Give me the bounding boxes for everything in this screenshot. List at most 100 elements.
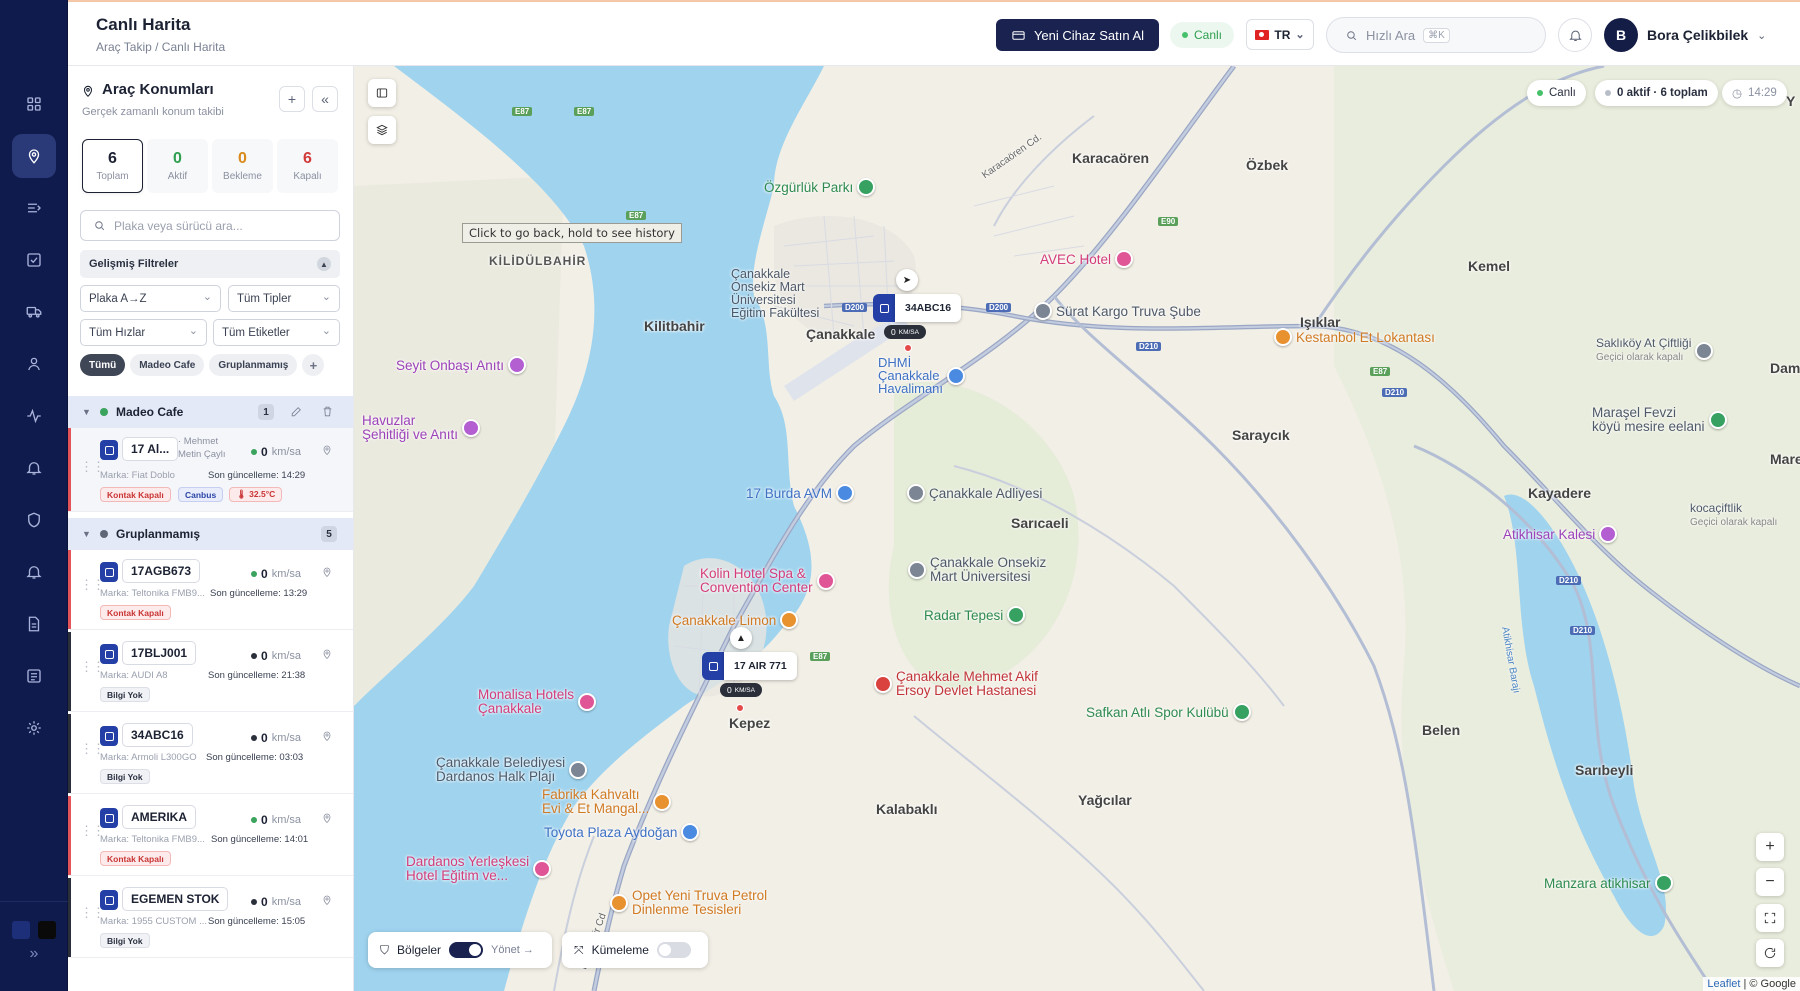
routes-icon[interactable] bbox=[12, 186, 56, 230]
regions-toggle[interactable] bbox=[449, 942, 484, 958]
poi-seyit-onbasi[interactable]: Seyit Onbaşı Anıtı bbox=[396, 356, 527, 374]
vehicle-marker[interactable]: 17 AIR 771 bbox=[702, 652, 797, 680]
document-icon[interactable] bbox=[12, 602, 56, 646]
vehicle-row[interactable]: ⋮⋮ EGEMEN STOK 0 km/sa Marka: 1955 CUSTOM… bbox=[68, 878, 353, 958]
poi-atikhisar[interactable]: Atikhisar Kalesi bbox=[1503, 525, 1618, 543]
vehicle-marker[interactable]: 34ABC16 bbox=[873, 294, 962, 322]
dashboard-grid-icon[interactable] bbox=[12, 82, 56, 126]
layers-button[interactable] bbox=[368, 116, 396, 144]
group-header-madeo-cafe[interactable]: ▼ Madeo Cafe 1 bbox=[68, 396, 353, 428]
live-map[interactable]: Karacaören Özbek Kemel Işıklar KİLİDÜLBA… bbox=[354, 66, 1800, 991]
truck-icon[interactable] bbox=[12, 290, 56, 334]
locate-vehicle-icon[interactable] bbox=[321, 729, 333, 743]
poi-airport[interactable]: DHMİ Çanakkale Havalimanı bbox=[878, 356, 966, 395]
notifications-button[interactable] bbox=[1558, 18, 1592, 52]
map-pin-icon[interactable] bbox=[12, 134, 56, 178]
zoom-out-button[interactable]: − bbox=[1756, 868, 1784, 896]
alarm-icon[interactable] bbox=[12, 550, 56, 594]
tag-select[interactable]: Tüm Etiketler bbox=[213, 319, 340, 346]
leaflet-link[interactable]: Leaflet bbox=[1707, 978, 1740, 990]
poi-manzara[interactable]: Manzara atikhisar bbox=[1544, 874, 1673, 892]
chip-ungrouped[interactable]: Gruplanmamış bbox=[209, 354, 298, 376]
poi-dardanos[interactable]: Dardanos Yerleşkesi Hotel Eğitim ve... bbox=[406, 855, 552, 883]
quick-search-input[interactable]: Hızlı Ara ⌘K bbox=[1326, 17, 1546, 53]
vehicle-search-input[interactable]: Plaka veya sürücü ara... bbox=[80, 210, 340, 241]
poi-ozgurluk-park[interactable]: Özgürlük Parkı bbox=[764, 178, 876, 196]
user-icon[interactable] bbox=[12, 342, 56, 386]
user-menu[interactable]: B Bora Çelikbilek ⌄ bbox=[1604, 18, 1766, 52]
refresh-button[interactable] bbox=[1756, 939, 1784, 967]
poi-kocacoftlik[interactable]: kocaçiftlik Geçici olarak kapalı bbox=[1690, 502, 1777, 529]
speed-select[interactable]: Tüm Hızlar bbox=[80, 319, 207, 346]
buy-device-button[interactable]: Yeni Cihaz Satın Al bbox=[996, 19, 1159, 51]
activity-icon[interactable] bbox=[12, 394, 56, 438]
chip-madeo-cafe[interactable]: Madeo Cafe bbox=[130, 354, 205, 376]
stat-active[interactable]: 0 Aktif bbox=[147, 139, 208, 193]
chip-all[interactable]: Tümü bbox=[80, 354, 126, 376]
stat-waiting[interactable]: 0 Bekleme bbox=[212, 139, 273, 193]
poi-monalisa[interactable]: Monalisa Hotels Çanakkale bbox=[478, 688, 597, 716]
poi-belediye[interactable]: Çanakkale Belediyesi Dardanos Halk Plajı bbox=[436, 756, 588, 784]
poi-radar[interactable]: Radar Tepesi bbox=[924, 606, 1026, 624]
theme-swatch-dark[interactable] bbox=[38, 921, 56, 939]
poi-avec-hotel[interactable]: AVEC Hotel bbox=[1040, 250, 1134, 268]
zoom-in-button[interactable]: + bbox=[1756, 833, 1784, 861]
poi-sakli-koy[interactable]: Saklıköy At Çiftliği Geçici olarak kapalı bbox=[1596, 337, 1714, 364]
poi-hospital[interactable]: Çanakkale Mehmet Akif Ersoy Devlet Hasta… bbox=[874, 670, 1038, 698]
drag-handle-icon[interactable]: ⋮⋮ bbox=[80, 824, 105, 837]
poi-marasel[interactable]: Maraşel Fevzi köyü mesire eelani bbox=[1592, 406, 1727, 434]
shield-icon[interactable] bbox=[12, 498, 56, 542]
toggle-sidebar-button[interactable] bbox=[368, 79, 396, 107]
delete-group-icon[interactable] bbox=[321, 405, 335, 419]
poi-safkan[interactable]: Safkan Atlı Spor Kulübü bbox=[1086, 703, 1251, 721]
live-dot-icon bbox=[1537, 90, 1543, 96]
poi-havuzlar[interactable]: Havuzlar Şehitliği ve Anıtı bbox=[362, 414, 481, 442]
add-group-chip[interactable]: + bbox=[302, 354, 325, 376]
locate-vehicle-icon[interactable] bbox=[321, 647, 333, 661]
stat-total[interactable]: 6 Toplam bbox=[82, 139, 143, 193]
poi-limon[interactable]: Çanakkale Limon bbox=[672, 611, 799, 629]
poi-opet[interactable]: Opet Yeni Truva Petrol Dinlenme Tesisler… bbox=[610, 889, 767, 917]
poi-kolin-hotel[interactable]: Kolin Hotel Spa & Convention Center bbox=[700, 567, 835, 595]
poi-courthouse[interactable]: Çanakkale Adliyesi bbox=[907, 484, 1042, 502]
collapse-panel-button[interactable]: « bbox=[312, 86, 338, 112]
drag-handle-icon[interactable]: ⋮⋮ bbox=[80, 460, 105, 473]
fullscreen-button[interactable] bbox=[1756, 904, 1784, 932]
expand-rail-icon[interactable]: » bbox=[22, 945, 46, 965]
poi-university-education[interactable]: Çanakkale Onsekiz Mart Üniversitesi Eğit… bbox=[731, 268, 819, 320]
drag-handle-icon[interactable]: ⋮⋮ bbox=[80, 660, 105, 673]
drag-handle-icon[interactable]: ⋮⋮ bbox=[80, 742, 105, 755]
theme-swatch-blue[interactable] bbox=[12, 921, 30, 939]
group-header-ungrouped[interactable]: ▼ Gruplanmamış 5 bbox=[68, 518, 353, 550]
type-select[interactable]: Tüm Tipler bbox=[228, 285, 340, 312]
bell-icon[interactable] bbox=[12, 446, 56, 490]
manage-regions-link[interactable]: Yönet → bbox=[491, 944, 534, 956]
language-select[interactable]: TR ⌄ bbox=[1246, 19, 1314, 50]
sort-select[interactable]: Plaka A→Z bbox=[80, 285, 221, 312]
locate-vehicle-icon[interactable] bbox=[321, 893, 333, 907]
drag-handle-icon[interactable]: ⋮⋮ bbox=[80, 578, 105, 591]
poi-fabrika[interactable]: Fabrika Kahvaltı Evi & Et Mangal... bbox=[542, 788, 672, 816]
vehicle-row[interactable]: ⋮⋮ 17BLJ001 0 km/sa Marka: AUDI A8 Son gü… bbox=[68, 632, 353, 712]
edit-group-icon[interactable] bbox=[290, 405, 304, 419]
settings-icon[interactable] bbox=[12, 706, 56, 750]
vehicle-row[interactable]: ⋮⋮ AMERIKA 0 km/sa Marka: Teltonika FMB9.… bbox=[68, 796, 353, 876]
locate-vehicle-icon[interactable] bbox=[321, 443, 333, 457]
stat-off[interactable]: 6 Kapalı bbox=[277, 139, 338, 193]
poi-surat-kargo[interactable]: Sürat Kargo Truva Şube bbox=[1034, 302, 1201, 320]
poi-toyota[interactable]: Toyota Plaza Aydoğan bbox=[544, 823, 700, 841]
report-icon[interactable] bbox=[12, 654, 56, 698]
poi-comu[interactable]: Çanakkale Onsekiz Mart Üniversitesi bbox=[908, 556, 1046, 584]
locate-vehicle-icon[interactable] bbox=[321, 811, 333, 825]
add-vehicle-button[interactable]: + bbox=[279, 86, 305, 112]
advanced-filters-toggle[interactable]: Gelişmiş Filtreler ▲ bbox=[80, 250, 340, 278]
drag-handle-icon[interactable]: ⋮⋮ bbox=[80, 906, 105, 919]
vehicle-row[interactable]: ⋮⋮ 17AGB673 0 km/sa Marka: Teltonika FMB9… bbox=[68, 550, 353, 630]
checklist-icon[interactable] bbox=[12, 238, 56, 282]
cluster-toggle[interactable] bbox=[656, 942, 691, 958]
locate-vehicle-icon[interactable] bbox=[321, 565, 333, 579]
vehicle-row[interactable]: ⋮⋮ 17 Al... · Mehmet Metin Çaylı 0 km/sa M… bbox=[68, 428, 353, 512]
poi-burda-avm[interactable]: 17 Burda AVM bbox=[746, 484, 855, 502]
vehicle-row[interactable]: ⋮⋮ 34ABC16 0 km/sa Marka: Armoli L300GO S… bbox=[68, 714, 353, 794]
poi-kestanbol[interactable]: Kestanbol Et Lokantası bbox=[1274, 328, 1435, 346]
